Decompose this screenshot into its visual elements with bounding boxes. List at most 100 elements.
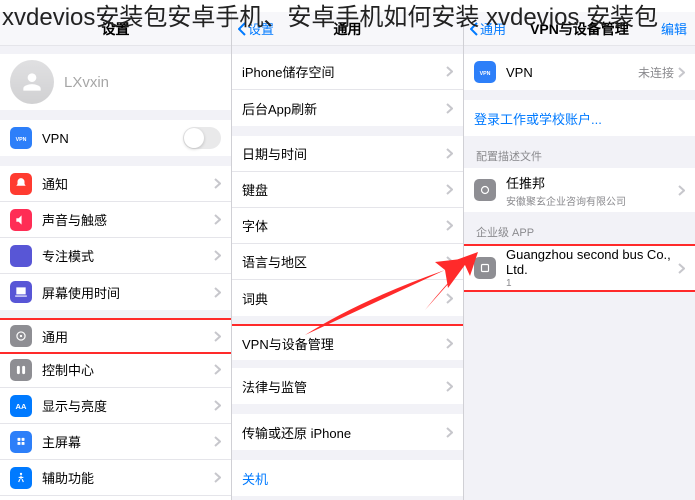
row-label: 日期与时间 — [242, 144, 446, 163]
screentime-icon — [10, 281, 32, 303]
vpn-device-column: 通用 VPN与设备管理 编辑 VPN VPN 未连接 登录工作或学校账户... … — [464, 12, 695, 500]
settings-row[interactable]: 通知 — [0, 166, 231, 202]
chevron-right-icon — [446, 103, 453, 114]
settings-row[interactable]: 传输或还原 iPhone — [232, 414, 463, 450]
chevron-right-icon — [446, 293, 453, 304]
focus-icon — [10, 245, 32, 267]
settings-row[interactable]: VPN与设备管理 — [232, 324, 464, 360]
vpn-icon: VPN — [10, 127, 32, 149]
chevron-right-icon — [446, 381, 453, 392]
notif-icon — [10, 173, 32, 195]
chevron-right-icon — [214, 250, 221, 261]
svg-text:VPN: VPN — [16, 137, 27, 143]
settings-row[interactable]: 法律与监管 — [232, 368, 463, 404]
row-label: 屏幕使用时间 — [42, 283, 214, 302]
display-icon: AA — [10, 395, 32, 417]
chevron-right-icon — [678, 67, 685, 78]
chevron-right-icon — [678, 263, 685, 274]
apple-id-name: LXvxin — [64, 74, 109, 91]
profile-name: 任推邦 — [506, 173, 678, 192]
settings-row[interactable]: 辅助功能 — [0, 460, 231, 496]
row-label: 通用 — [42, 327, 214, 346]
signin-row[interactable]: 登录工作或学校账户... — [464, 100, 695, 136]
row-label: 通知 — [42, 174, 214, 193]
settings-row[interactable]: 屏幕使用时间 — [0, 274, 231, 310]
general-icon — [10, 325, 32, 347]
chevron-right-icon — [446, 427, 453, 438]
row-label: 字体 — [242, 216, 446, 235]
avatar — [10, 60, 54, 104]
row-label: 显示与亮度 — [42, 396, 214, 415]
chevron-right-icon — [678, 185, 685, 196]
svg-text:AA: AA — [16, 401, 27, 410]
page-title: xvdevios安装包安卓手机、安卓手机如何安装 xvdevios 安装包 — [2, 2, 693, 33]
settings-row[interactable]: 主屏幕 — [0, 424, 231, 460]
settings-row[interactable]: iPhone储存空间 — [232, 54, 463, 90]
profile-sub: 安徽聚玄企业咨询有限公司 — [506, 193, 678, 208]
row-label: 法律与监管 — [242, 377, 446, 396]
settings-row[interactable]: AA 显示与亮度 — [0, 388, 231, 424]
chevron-right-icon — [446, 220, 453, 231]
home-icon — [10, 431, 32, 453]
chevron-right-icon — [214, 364, 221, 375]
vpn-toggle[interactable] — [183, 127, 221, 149]
settings-row[interactable]: 专注模式 — [0, 238, 231, 274]
shutdown-row[interactable]: 关机 — [232, 460, 463, 496]
chevron-right-icon — [446, 184, 453, 195]
vpn-icon: VPN — [474, 61, 496, 83]
chevron-right-icon — [446, 148, 453, 159]
shutdown-label: 关机 — [242, 469, 453, 488]
row-label: 语言与地区 — [242, 252, 446, 271]
enterprise-sub: 1 — [506, 278, 678, 289]
sound-icon — [10, 209, 32, 231]
vpn-status: 未连接 — [638, 64, 674, 81]
general-column: 设置 通用 iPhone储存空间后台App刷新 日期与时间键盘字体语言与地区词典… — [232, 12, 464, 500]
svg-text:VPN: VPN — [480, 71, 491, 77]
row-label: 词典 — [242, 289, 446, 308]
vpn-row[interactable]: VPN VPN 未连接 — [464, 54, 695, 90]
chevron-right-icon — [214, 400, 221, 411]
chevron-right-icon — [214, 287, 221, 298]
settings-row[interactable]: 控制中心 — [0, 352, 231, 388]
row-label: 专注模式 — [42, 246, 214, 265]
settings-row[interactable]: 后台App刷新 — [232, 90, 463, 126]
chevron-right-icon — [214, 436, 221, 447]
settings-row[interactable]: 墙纸 — [0, 496, 231, 500]
chevron-right-icon — [446, 66, 453, 77]
vpn-label: VPN — [506, 65, 638, 80]
chevron-right-icon — [214, 331, 221, 342]
settings-column: 设置 LXvxin VPN VPN 通知声音与触感专注模式屏幕使用时间 通用 — [0, 12, 232, 500]
settings-row[interactable]: 词典 — [232, 280, 463, 316]
settings-row[interactable]: 键盘 — [232, 172, 463, 208]
enterprise-app-row[interactable]: Guangzhou second bus Co., Ltd. 1 — [464, 246, 695, 290]
row-label: 辅助功能 — [42, 468, 214, 487]
chevron-right-icon — [214, 214, 221, 225]
row-label: 传输或还原 iPhone — [242, 423, 446, 442]
enterprise-name: Guangzhou second bus Co., Ltd. — [506, 247, 678, 277]
row-label: VPN与设备管理 — [242, 334, 446, 353]
section-label-profile: 配置描述文件 — [464, 136, 695, 168]
chevron-right-icon — [446, 256, 453, 267]
row-label: 后台App刷新 — [242, 99, 446, 118]
signin-link: 登录工作或学校账户... — [474, 109, 685, 128]
chevron-right-icon — [214, 178, 221, 189]
control-icon — [10, 359, 32, 381]
chevron-right-icon — [214, 472, 221, 483]
profile-icon — [474, 179, 496, 201]
row-label: 控制中心 — [42, 360, 214, 379]
settings-row[interactable]: 字体 — [232, 208, 463, 244]
settings-row[interactable]: 声音与触感 — [0, 202, 231, 238]
access-icon — [10, 467, 32, 489]
apple-id-row[interactable]: LXvxin — [0, 54, 231, 110]
settings-row[interactable]: 日期与时间 — [232, 136, 463, 172]
settings-row[interactable]: 语言与地区 — [232, 244, 463, 280]
profile-row[interactable]: 任推邦 安徽聚玄企业咨询有限公司 — [464, 168, 695, 212]
section-label-enterprise: 企业级 APP — [464, 212, 695, 244]
vpn-toggle-row[interactable]: VPN VPN — [0, 120, 231, 156]
enterprise-icon — [474, 257, 496, 279]
row-label: 主屏幕 — [42, 432, 214, 451]
settings-row[interactable]: 通用 — [0, 318, 232, 354]
chevron-right-icon — [446, 338, 453, 349]
vpn-label: VPN — [42, 131, 183, 146]
row-label: 键盘 — [242, 180, 446, 199]
